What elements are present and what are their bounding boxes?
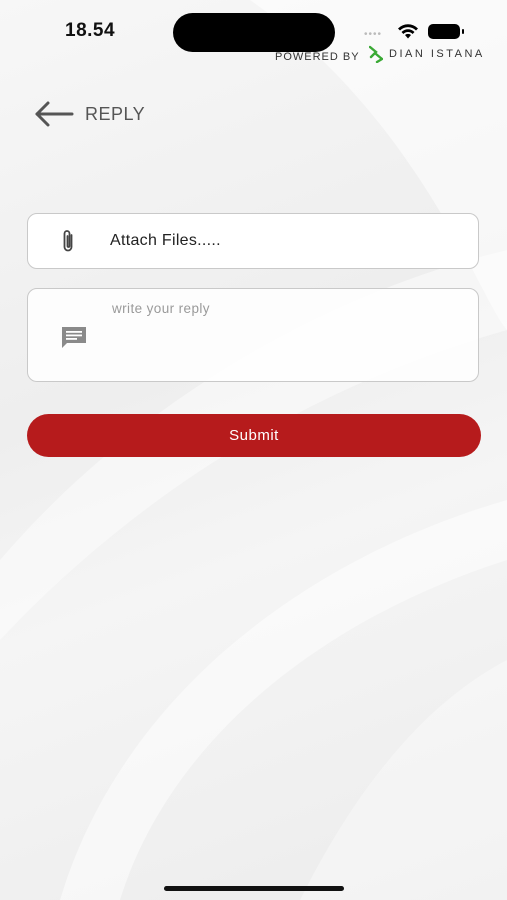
page-title: REPLY bbox=[85, 104, 146, 124]
attach-files-field[interactable]: Attach Files..... bbox=[27, 213, 479, 269]
reply-input[interactable] bbox=[112, 301, 462, 371]
brand-logo: DIAN ISTANA bbox=[369, 45, 485, 63]
paperclip-icon bbox=[60, 228, 82, 254]
status-time: 18.54 bbox=[65, 20, 116, 41]
brand-name: DIAN ISTANA bbox=[389, 48, 485, 60]
back-button[interactable] bbox=[30, 96, 76, 132]
attach-files-label: Attach Files..... bbox=[110, 232, 221, 249]
wifi-icon bbox=[397, 24, 419, 45]
brand-mark-icon bbox=[369, 45, 383, 63]
message-icon bbox=[60, 325, 88, 354]
battery-icon bbox=[428, 24, 464, 39]
reply-field bbox=[27, 288, 479, 382]
home-indicator bbox=[164, 886, 344, 891]
powered-by-label: POWERED BY bbox=[275, 51, 360, 63]
cellular-signal-icon: •••• bbox=[364, 29, 383, 40]
dynamic-island bbox=[173, 13, 335, 52]
arrow-left-icon bbox=[35, 101, 74, 127]
submit-button[interactable]: Submit bbox=[27, 414, 481, 457]
